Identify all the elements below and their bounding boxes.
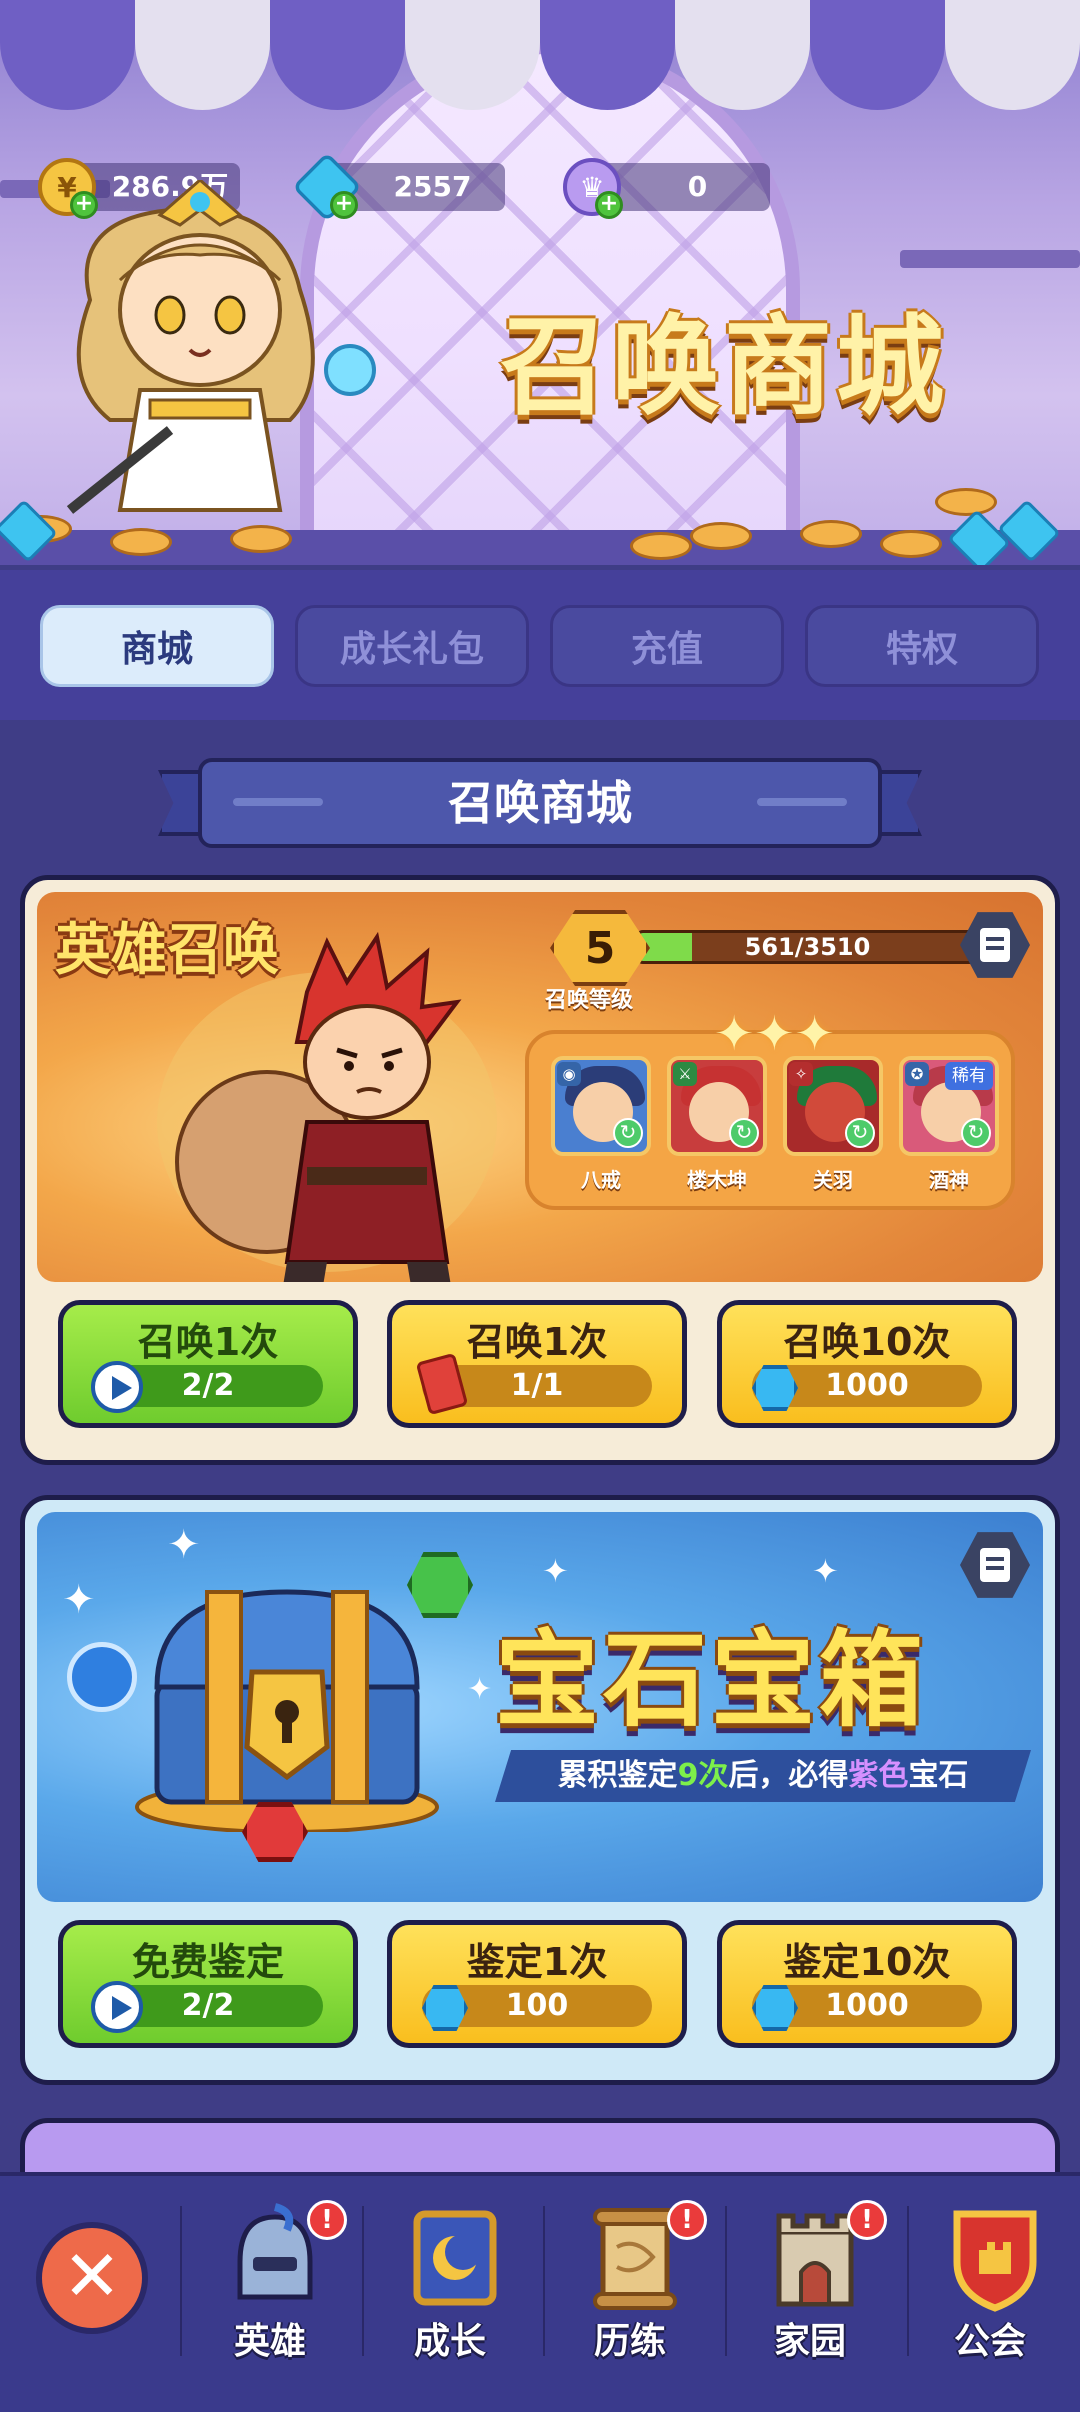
hero-name: 关羽 bbox=[813, 1168, 853, 1192]
nav-growth[interactable]: 成长 bbox=[375, 2202, 525, 2392]
swap-icon: ↻ bbox=[961, 1118, 991, 1148]
diamond-amount: 2557 bbox=[393, 170, 472, 203]
tab-recharge[interactable]: 充值 bbox=[550, 605, 784, 687]
sparkle-icon: ✦ bbox=[167, 1522, 201, 1568]
class-icon: ⚔ bbox=[673, 1062, 697, 1086]
section-title: 召唤商城 bbox=[448, 776, 632, 830]
token-currency[interactable]: ♛ + 0 bbox=[563, 158, 770, 219]
nav-heroes[interactable]: ! 英雄 bbox=[195, 2200, 347, 2392]
gem-chest-card: ✦ ✦ ✦ ✦ ✦ 宝石宝箱 累积鉴定9次后，必得紫色宝石 免费鉴定 2/2 鉴… bbox=[20, 1495, 1060, 2085]
blue-gem-icon bbox=[67, 1642, 137, 1712]
summon-once-ticket-button[interactable]: 召唤1次 1/1 bbox=[387, 1300, 687, 1428]
token-amount: 0 bbox=[687, 170, 708, 203]
notification-badge: ! bbox=[667, 2200, 707, 2240]
coin-pile-decoration bbox=[630, 532, 692, 560]
hero-card-jiushen[interactable]: ✪ 稀有 ↻ bbox=[899, 1056, 999, 1156]
tab-growth-pack[interactable]: 成长礼包 bbox=[295, 605, 529, 687]
star-icon: ✦✦✦ bbox=[714, 1006, 835, 1062]
banner-title: 召唤商城 bbox=[500, 305, 949, 430]
sparkle-icon: ✦ bbox=[542, 1552, 569, 1590]
nav-homeland[interactable]: ! 家园 bbox=[735, 2200, 887, 2392]
shop-banner: ¥ + 286.9万 + 2557 ♛ + 0 召唤商城 bbox=[0, 0, 1080, 565]
class-icon: ✧ bbox=[789, 1062, 813, 1086]
nav-training[interactable]: ! 历练 bbox=[555, 2200, 707, 2392]
summon-ten-button[interactable]: 召唤10次 1000 bbox=[717, 1300, 1017, 1428]
add-token-icon[interactable]: + bbox=[595, 191, 623, 219]
sparkle-icon: ✦ bbox=[62, 1577, 96, 1623]
appraise-once-button[interactable]: 鉴定1次 100 bbox=[387, 1920, 687, 2048]
hero-summon-title: 英雄召唤 bbox=[55, 918, 279, 983]
hero-name: 酒神 bbox=[929, 1168, 969, 1192]
gem-chest-subtitle: 累积鉴定9次后，必得紫色宝石 bbox=[557, 1758, 969, 1793]
summon-level-label: 召唤等级 bbox=[545, 988, 634, 1013]
hero-summon-card: 英雄召唤 561/3510 5 召唤等级 ✦✦✦ ◉ ↻ 八戒 ⚔ ↻ 楼木坤 … bbox=[20, 875, 1060, 1465]
ad-play-icon bbox=[91, 1981, 143, 2033]
section-header: 召唤商城 bbox=[158, 758, 922, 848]
guild-shield-icon bbox=[953, 2210, 1037, 2312]
hero-card-loumukun[interactable]: ⚔ ↻ bbox=[667, 1056, 767, 1156]
notification-badge: ! bbox=[307, 2200, 347, 2240]
rare-badge: 稀有 bbox=[945, 1062, 993, 1090]
notification-badge: ! bbox=[847, 2200, 887, 2240]
tab-privilege[interactable]: 特权 bbox=[805, 605, 1039, 687]
bottom-navigation: ✕ ! 英雄 成长 ! 历练 ! 家园 公会 bbox=[0, 2172, 1080, 2412]
free-appraise-button[interactable]: 免费鉴定 2/2 bbox=[58, 1920, 358, 2048]
coin-pile-decoration bbox=[230, 525, 292, 553]
nav-guild[interactable]: 公会 bbox=[915, 2202, 1065, 2392]
swap-icon: ↻ bbox=[613, 1118, 643, 1148]
swap-icon: ↻ bbox=[845, 1118, 875, 1148]
swap-icon: ↻ bbox=[729, 1118, 759, 1148]
coin-pile-decoration bbox=[690, 522, 752, 550]
summon-level-value: 5 bbox=[584, 922, 616, 974]
close-button[interactable]: ✕ bbox=[36, 2222, 148, 2334]
appraise-ten-button[interactable]: 鉴定10次 1000 bbox=[717, 1920, 1017, 2048]
coin-pile-decoration bbox=[800, 520, 862, 548]
moon-tome-icon bbox=[413, 2210, 497, 2306]
coin-pile-decoration bbox=[935, 488, 997, 516]
goddess-hero-illustration bbox=[66, 180, 376, 514]
gem-chest-title: 宝石宝箱 bbox=[495, 1619, 928, 1741]
hero-card-bajie[interactable]: ◉ ↻ bbox=[551, 1056, 651, 1156]
awning-decoration bbox=[0, 0, 1080, 110]
class-icon: ◉ bbox=[557, 1062, 581, 1086]
coin-pile-decoration bbox=[110, 528, 172, 556]
class-icon: ✪ bbox=[905, 1062, 929, 1086]
featured-hero-pool: ✦✦✦ ◉ ↻ 八戒 ⚔ ↻ 楼木坤 ✧ ↻ 关羽 ✪ 稀有 ↻ 酒神 bbox=[525, 1006, 1015, 1210]
sparkle-icon: ✦ bbox=[467, 1672, 493, 1707]
coin-pile-decoration bbox=[880, 530, 942, 558]
shop-tabs: 商城 成长礼包 充值 特权 bbox=[0, 570, 1080, 720]
shelf-decoration bbox=[900, 250, 1080, 268]
tab-shop[interactable]: 商城 bbox=[40, 605, 274, 687]
sparkle-icon: ✦ bbox=[812, 1552, 839, 1590]
hero-card-guanyu[interactable]: ✧ ↻ bbox=[783, 1056, 883, 1156]
hero-name: 八戒 bbox=[581, 1168, 621, 1192]
hero-name: 楼木坤 bbox=[687, 1168, 747, 1192]
summon-xp-text: 561/3510 bbox=[744, 933, 871, 961]
ad-play-icon bbox=[91, 1361, 143, 1413]
treasure-chest-illustration bbox=[135, 1589, 439, 1832]
summon-once-free-button[interactable]: 召唤1次 2/2 bbox=[58, 1300, 358, 1428]
